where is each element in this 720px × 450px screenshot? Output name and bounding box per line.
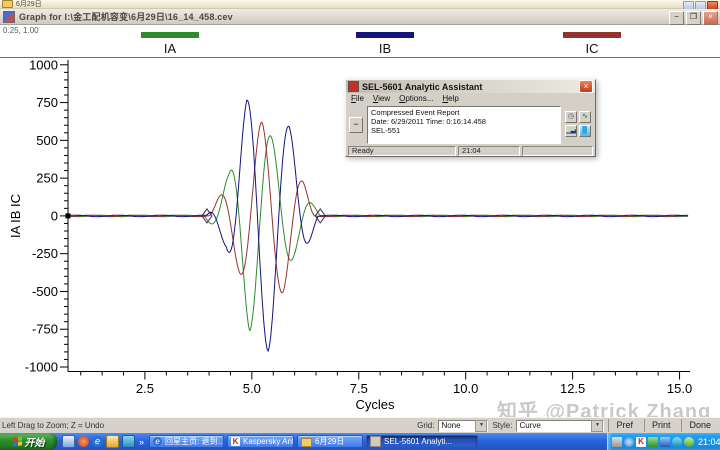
quick-launch: e » bbox=[57, 435, 149, 448]
chevron-down-icon[interactable]: ▼ bbox=[475, 420, 487, 432]
y-tick-label: 1000 bbox=[29, 57, 58, 72]
browser-icon[interactable] bbox=[78, 436, 89, 447]
start-button-label: 开始 bbox=[25, 434, 45, 449]
sel5601-dialog[interactable]: SEL-5601 Analytic Assistant × File View Op… bbox=[345, 79, 596, 157]
update-icon[interactable] bbox=[684, 437, 694, 447]
task-label: 回星主页: 退到… bbox=[165, 436, 224, 447]
style-select[interactable]: Curve ▼ bbox=[516, 420, 604, 432]
messenger-icon[interactable] bbox=[672, 437, 682, 447]
y-tick-label: 250 bbox=[36, 171, 58, 186]
x-tick-label: 5.0 bbox=[243, 381, 261, 396]
chevron-down-icon[interactable]: ▼ bbox=[591, 420, 603, 432]
report-line: Compressed Event Report bbox=[371, 108, 557, 117]
windows-flag-icon bbox=[13, 436, 22, 446]
x-axis-label: Cycles bbox=[355, 397, 395, 412]
x-tick-label: 2.5 bbox=[136, 381, 154, 396]
dialog-title: SEL-5601 Analytic Assistant bbox=[362, 82, 579, 92]
folder-icon bbox=[301, 438, 312, 447]
x-tick-label: 15.0 bbox=[667, 381, 692, 396]
graph-control-strip: Left Drag to Zoom; Z = Undo Grid: None ▼… bbox=[0, 417, 720, 433]
collapse-button[interactable]: − bbox=[349, 117, 363, 133]
ie-icon: e bbox=[153, 437, 162, 446]
oscillography-icon[interactable]: ∿ bbox=[579, 111, 591, 123]
task-button-folder[interactable]: 6月29日 bbox=[297, 435, 363, 448]
dialog-close-button[interactable]: × bbox=[579, 80, 593, 93]
y-tick-label: -1000 bbox=[25, 360, 58, 375]
report-line: SEL-551 bbox=[371, 126, 557, 135]
grid-label: Grid: bbox=[417, 421, 434, 430]
x-tick-label: 7.5 bbox=[350, 381, 368, 396]
network-icon[interactable] bbox=[660, 437, 670, 447]
y-tick-label: 750 bbox=[36, 95, 58, 110]
kaspersky-icon: K bbox=[231, 437, 240, 446]
series-ia bbox=[68, 136, 688, 331]
menu-item-file[interactable]: File bbox=[351, 94, 364, 103]
event-report-icon[interactable]: ▉ bbox=[579, 125, 591, 137]
task-button-homepage[interactable]: e 回星主页: 退到… bbox=[149, 435, 224, 448]
x-tick-label: 10.0 bbox=[453, 381, 478, 396]
style-select-value: Curve bbox=[519, 421, 540, 430]
y-tick-label: 500 bbox=[36, 133, 58, 148]
sel-logo-icon bbox=[348, 81, 359, 92]
shield-icon[interactable] bbox=[648, 437, 658, 447]
task-button-sel5601[interactable]: SEL-5601 Analyti... bbox=[366, 435, 478, 448]
style-label: Style: bbox=[492, 421, 512, 430]
task-label: SEL-5601 Analyti... bbox=[384, 437, 452, 446]
task-label: 6月29日 bbox=[315, 436, 344, 447]
safely-remove-icon[interactable] bbox=[624, 437, 634, 447]
harmonics-icon[interactable]: ▁▃▅ bbox=[565, 125, 577, 137]
grid-select[interactable]: None ▼ bbox=[438, 420, 488, 432]
pref-button[interactable]: Pref bbox=[608, 419, 640, 432]
show-desktop-icon[interactable] bbox=[62, 435, 75, 448]
event-report-list[interactable]: Compressed Event Report Date: 6/29/2011 … bbox=[367, 106, 561, 144]
dialog-titlebar[interactable]: SEL-5601 Analytic Assistant × bbox=[346, 80, 595, 93]
task-button-kaspersky[interactable]: K Kaspersky Anti-V... bbox=[227, 435, 294, 448]
taskbar: 开始 e » e 回星主页: 退到… K Kaspersky Anti-V...… bbox=[0, 433, 720, 450]
menu-item-view[interactable]: View bbox=[373, 94, 390, 103]
grid-select-value: None bbox=[441, 421, 460, 430]
overflow-chevron-icon[interactable]: » bbox=[139, 437, 144, 447]
waveform-plot[interactable]: -1000 -750 -500 -250 0 250 500 750 1000 2.5 5.0 7.5… bbox=[0, 0, 720, 450]
y-tick-label: 0 bbox=[51, 208, 58, 223]
y-axis-label: IA IB IC bbox=[8, 194, 23, 238]
menu-item-options[interactable]: Options... bbox=[399, 94, 433, 103]
status-spare bbox=[522, 146, 593, 156]
printer-icon[interactable] bbox=[612, 437, 622, 447]
status-time: 21:04 bbox=[458, 146, 520, 156]
done-button[interactable]: Done bbox=[681, 419, 718, 432]
print-button[interactable]: Print bbox=[644, 419, 678, 432]
mail-icon[interactable] bbox=[106, 435, 119, 448]
kaspersky-tray-icon[interactable]: K bbox=[636, 437, 646, 447]
ie-icon[interactable]: e bbox=[92, 436, 103, 447]
media-player-icon[interactable] bbox=[122, 435, 135, 448]
x-tick-label: 12.5 bbox=[560, 381, 585, 396]
zoom-hint: Left Drag to Zoom; Z = Undo bbox=[2, 421, 104, 430]
system-tray: K 21:04 bbox=[607, 433, 720, 450]
report-line: Date: 6/29/2011 Time: 0:16:14.458 bbox=[371, 117, 557, 126]
task-buttons: e 回星主页: 退到… K Kaspersky Anti-V... 6月29日 … bbox=[149, 435, 607, 448]
status-ready: Ready bbox=[348, 146, 456, 156]
y-tick-label: -250 bbox=[32, 246, 58, 261]
y-tick-label: -750 bbox=[32, 322, 58, 337]
task-label: Kaspersky Anti-V... bbox=[243, 437, 294, 446]
tray-clock: 21:04 bbox=[698, 437, 720, 447]
menu-item-help[interactable]: Help bbox=[442, 94, 458, 103]
y-tick-label: -500 bbox=[32, 284, 58, 299]
dialog-menubar: File View Options... Help bbox=[346, 93, 595, 104]
phasor-icon[interactable]: ◷ bbox=[565, 111, 577, 123]
sel-logo-icon bbox=[370, 436, 381, 447]
start-button[interactable]: 开始 bbox=[0, 433, 57, 450]
trigger-marker-icon bbox=[65, 213, 70, 218]
